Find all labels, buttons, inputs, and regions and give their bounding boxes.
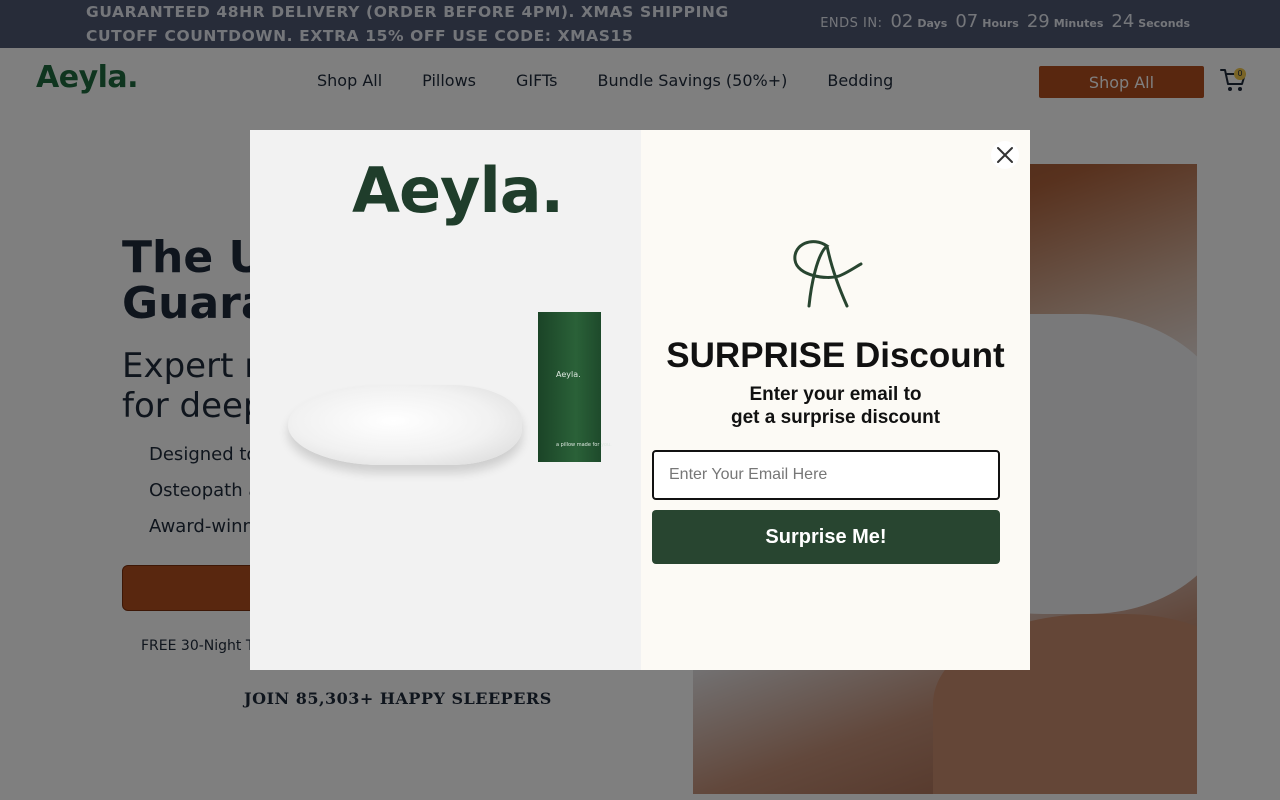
email-field[interactable] <box>652 450 1000 500</box>
aeyla-monogram-icon <box>793 240 863 308</box>
box-brand-text: Aeyla. <box>556 370 581 379</box>
popup-subtitle: Enter your email to get a surprise disco… <box>641 383 1030 429</box>
popup-close-button[interactable] <box>990 140 1020 170</box>
box-tagline-text: a pillow made for you. <box>556 442 612 448</box>
popup-subtitle-line-1: Enter your email to <box>749 384 922 405</box>
surprise-me-button[interactable]: Surprise Me! <box>652 510 1000 564</box>
popup-title: SURPRISE Discount <box>666 336 1005 375</box>
discount-popup: Aeyla. Aeyla. a pillow made for you. SUR… <box>250 130 1030 670</box>
close-icon <box>991 141 1019 169</box>
pillow-box-image: Aeyla. a pillow made for you. <box>538 312 612 462</box>
popup-subtitle-line-2: get a surprise discount <box>730 407 941 428</box>
popup-logo: Aeyla. <box>352 154 564 227</box>
pillow-product-image <box>288 385 522 465</box>
popup-form-panel: SURPRISE Discount Enter your email to ge… <box>641 130 1030 670</box>
popup-image-panel: Aeyla. Aeyla. a pillow made for you. <box>250 130 641 670</box>
